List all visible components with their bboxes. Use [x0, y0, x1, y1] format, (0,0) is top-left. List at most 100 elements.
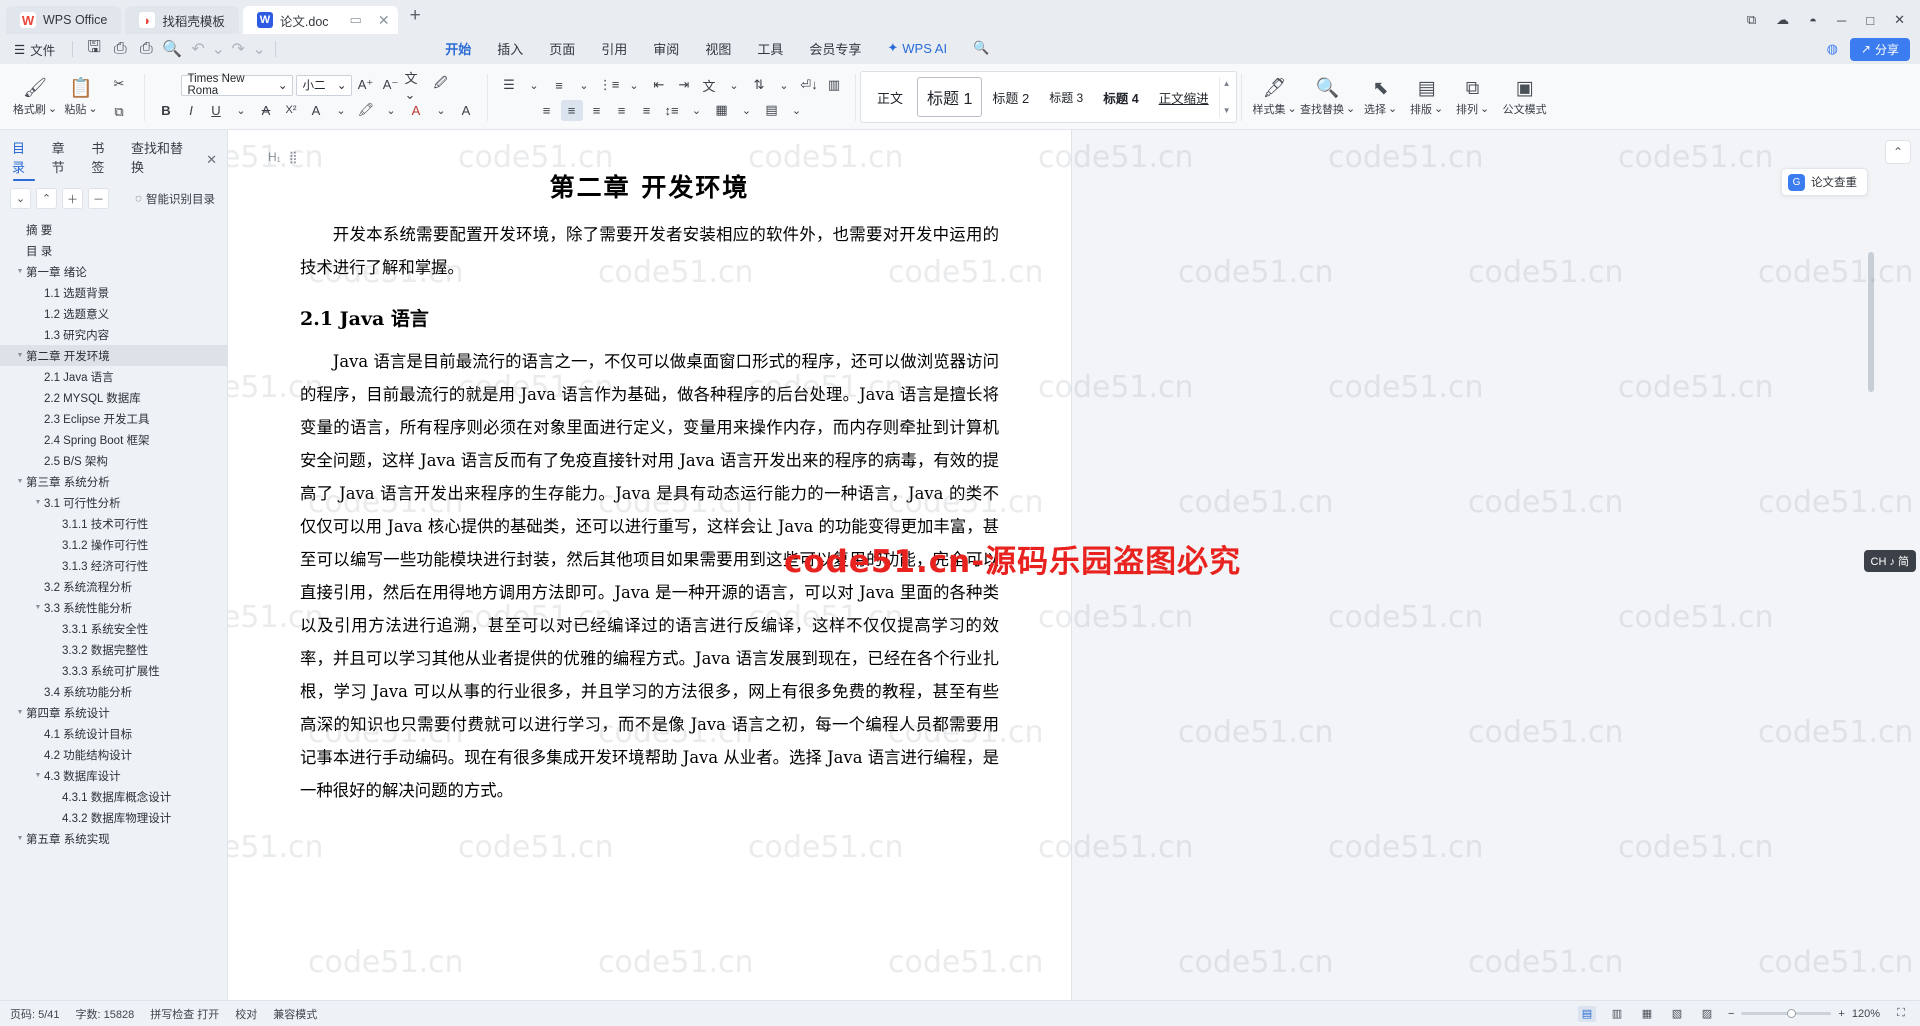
chevron-down-icon[interactable]: ⌄ [430, 100, 452, 121]
chevron-down-icon[interactable]: ⌄ [230, 100, 252, 121]
sidebar-tab-find-replace[interactable]: 查找和替换 [131, 138, 190, 181]
word-count[interactable]: 字数: 15828 [76, 1006, 135, 1022]
avatar[interactable]: ◓ [1806, 13, 1820, 28]
decrease-indent-icon[interactable]: ⇤ [648, 75, 670, 96]
font-size-select[interactable]: 小二 ⌄ [295, 74, 352, 96]
toc-item[interactable]: ▼2.3 Eclipse 开发工具 [0, 408, 227, 429]
toc-item[interactable]: ▼ 第三章 系统分析 [0, 471, 227, 492]
grow-font-icon[interactable]: A⁺ [355, 75, 377, 96]
toc-item[interactable]: ▼ 第五章 系统实现 [0, 828, 227, 849]
chevron-down-icon[interactable]: ⌄ [786, 100, 808, 121]
cloud-icon[interactable]: ☁ [1773, 12, 1792, 28]
borders-icon[interactable]: ▤ [761, 100, 783, 121]
find-replace-button[interactable]: 🔍 查找替换 ⌄ [1298, 68, 1358, 128]
chevron-down-icon[interactable]: ▼ [14, 835, 26, 842]
toc-item[interactable]: ▼ 第二章 开发环境 [0, 345, 227, 366]
chevron-down-icon[interactable]: ▼ [14, 352, 26, 359]
sidebar-tab-bookmark[interactable]: 书签 [91, 138, 115, 181]
style-item-heading4[interactable]: 标题 4 [1093, 77, 1148, 117]
save-as-cloud-icon[interactable]: ⎙ [108, 38, 132, 60]
chevron-down-icon[interactable]: ▼ [32, 499, 44, 506]
align-center-icon[interactable]: ≡ [560, 99, 583, 121]
doc-mode-button[interactable]: ▣ 公文模式 [1496, 68, 1554, 128]
bold-button[interactable]: B [155, 100, 177, 121]
shrink-font-icon[interactable]: A⁻ [380, 75, 402, 96]
new-tab-button[interactable]: + [402, 5, 431, 29]
ribbon-tab-reference[interactable]: 引用 [601, 39, 627, 60]
outline-view-icon[interactable]: ▥ [1608, 1006, 1626, 1022]
fullscreen-icon[interactable]: ⛶ [1892, 1006, 1910, 1022]
format-painter-button[interactable]: 🖌 格式刷 ⌄ [12, 68, 58, 128]
undo-icon[interactable]: ↶ [186, 38, 210, 60]
chevron-down-icon[interactable]: ▼ [32, 772, 44, 779]
layout-button[interactable]: ▤ 排版 ⌄ [1404, 68, 1450, 128]
toc-item[interactable]: ▼ 4.3 数据库设计 [0, 765, 227, 786]
plus-icon[interactable]: ＋ [62, 188, 83, 209]
style-item-body-indent[interactable]: 正文缩进 [1149, 77, 1219, 117]
chevron-down-icon[interactable]: ⌄ [573, 75, 595, 96]
chevron-down-icon[interactable]: ▼ [32, 604, 44, 611]
paste-button[interactable]: 📋 粘贴 ⌄ [58, 68, 104, 128]
redo-icon[interactable]: ↷ [226, 38, 250, 60]
ribbon-tab-start[interactable]: 开始 [445, 39, 471, 60]
toc-item[interactable]: ▼3.4 系统功能分析 [0, 681, 227, 702]
toc-item[interactable]: ▼3.3.2 数据完整性 [0, 639, 227, 660]
toc-item[interactable]: ▼1.1 选题背景 [0, 282, 227, 303]
chevron-up-icon[interactable]: ▲ [1223, 79, 1231, 88]
scrollbar-thumb[interactable] [1868, 252, 1874, 392]
minus-icon[interactable]: － [88, 188, 109, 209]
font-name-select[interactable]: Times New Roma ⌄ [180, 73, 293, 97]
chevron-down-icon[interactable]: ⌄ [523, 75, 545, 96]
sort-icon[interactable]: ⇅ [748, 75, 770, 96]
toc-item[interactable]: ▼3.1.1 技术可行性 [0, 513, 227, 534]
toc-item[interactable]: ▼3.3.3 系统可扩展性 [0, 660, 227, 681]
character-shading-icon[interactable]: A [305, 100, 327, 121]
chevron-down-icon[interactable]: ▼ [14, 268, 26, 275]
toc-item[interactable]: ▼目 录 [0, 240, 227, 261]
toc-item[interactable]: ▼ 第一章 绪论 [0, 261, 227, 282]
toc-item[interactable]: ▼摘 要 [0, 219, 227, 240]
style-item-heading1[interactable]: 标题 1 [917, 77, 983, 117]
search-icon[interactable]: 🔍 [973, 40, 989, 58]
zoom-level[interactable]: 120% [1852, 1008, 1880, 1020]
underline-button[interactable]: U [205, 100, 227, 121]
minimize-button[interactable]: ─ [1834, 13, 1849, 28]
document-content[interactable]: H₁ ⣿ 第二章 开发环境 开发本系统需要配置开发环境，除了需要开发者安装相应的… [228, 130, 1071, 807]
ribbon-tab-insert[interactable]: 插入 [497, 39, 523, 60]
chevron-down-icon[interactable]: ⌄ [723, 75, 745, 96]
heading-marker[interactable]: H₁ ⣿ [268, 150, 298, 164]
page-indicator[interactable]: 页码: 5/41 [10, 1006, 60, 1022]
ribbon-tab-view[interactable]: 视图 [705, 39, 731, 60]
justify-icon[interactable]: ≡ [611, 100, 633, 121]
toc-item[interactable]: ▼4.3.2 数据库物理设计 [0, 807, 227, 828]
chevron-down-icon[interactable]: ⌄ [623, 75, 645, 96]
toc-item[interactable]: ▼2.1 Java 语言 [0, 366, 227, 387]
proofread-label[interactable]: 校对 [235, 1006, 257, 1022]
bullets-icon[interactable]: ☰ [498, 75, 520, 96]
toc-item[interactable]: ▼2.4 Spring Boot 框架 [0, 429, 227, 450]
chevron-down-icon[interactable]: ▼ [14, 478, 26, 485]
chevron-down-icon[interactable]: ⌄ [330, 100, 352, 121]
increase-indent-icon[interactable]: ⇥ [673, 75, 695, 96]
save-icon[interactable]: 🖫 [82, 38, 106, 60]
clear-format-icon[interactable]: 🖉 [430, 75, 452, 96]
chevron-down-icon[interactable]: ⌄ [773, 75, 795, 96]
tab-wps-office[interactable]: W WPS Office [6, 6, 122, 34]
page-view-icon[interactable]: ▤ [1577, 1005, 1596, 1022]
chevron-up-icon[interactable]: ⌃ [36, 188, 57, 209]
ruler-icon[interactable]: ▥ [823, 75, 845, 96]
multilevel-list-icon[interactable]: ⋮≡ [598, 75, 620, 96]
zoom-slider[interactable] [1741, 1008, 1832, 1018]
print-icon[interactable]: ⎙ [134, 38, 158, 60]
align-left-icon[interactable]: ≡ [536, 100, 558, 121]
highlight-color-icon[interactable]: 🖍 [355, 100, 377, 121]
align-right-icon[interactable]: ≡ [586, 100, 608, 121]
ribbon-tab-review[interactable]: 审阅 [653, 39, 679, 60]
zoom-in-button[interactable]: + [1838, 1008, 1844, 1020]
snapshot-icon[interactable]: ⧉ [1744, 12, 1759, 28]
toc-item[interactable]: ▼ 第四章 系统设计 [0, 702, 227, 723]
drag-handle-icon[interactable]: ⣿ [289, 150, 298, 164]
zoom-out-button[interactable]: − [1728, 1008, 1734, 1020]
show-marks-icon[interactable]: ⏎↓ [798, 75, 820, 96]
style-set-button[interactable]: 🖋 样式集 ⌄ [1252, 68, 1298, 128]
